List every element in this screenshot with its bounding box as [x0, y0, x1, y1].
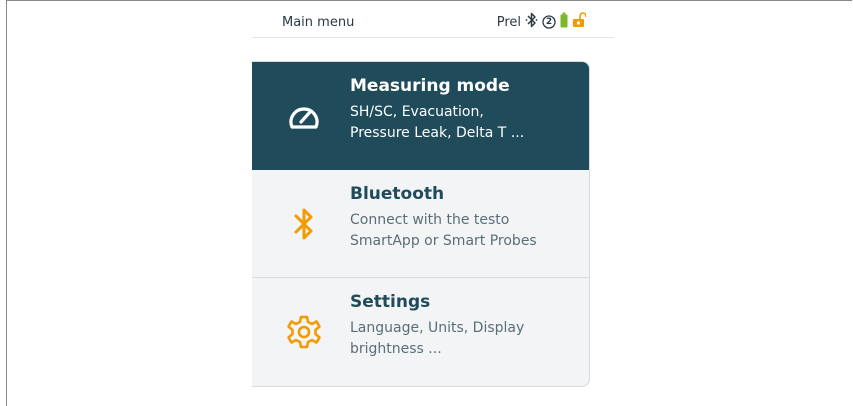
menu-item-text: Measuring mode SH/SC, Evacuation, Pressu…: [350, 76, 581, 144]
status-title: Main menu: [282, 15, 355, 30]
menu-item-bluetooth[interactable]: Bluetooth Connect with the testo SmartAp…: [252, 170, 589, 278]
bluetooth-icon: [525, 12, 538, 32]
status-indicators: Prel 2: [496, 12, 587, 32]
menu-item-description: SH/SC, Evacuation, Pressure Leak, Delta …: [350, 104, 525, 141]
menu-item-measuring-mode[interactable]: Measuring mode SH/SC, Evacuation, Pressu…: [252, 62, 589, 170]
gauge-icon: [284, 62, 324, 170]
lock-icon: [572, 12, 587, 32]
menu-item-title: Measuring mode: [350, 76, 510, 96]
menu-item-description: Language, Units, Display brightness ...: [350, 320, 525, 357]
device-screen: Main menu Prel 2 Measuring mode SH/SC, E…: [252, 2, 614, 406]
main-menu: Measuring mode SH/SC, Evacuation, Pressu…: [252, 61, 590, 387]
menu-item-title: Settings: [350, 292, 431, 312]
menu-item-title: Bluetooth: [350, 184, 445, 204]
probe-count: 2: [545, 17, 553, 27]
probe-count-icon: 2: [542, 15, 556, 29]
battery-icon: [560, 12, 568, 32]
gear-icon: [284, 278, 324, 386]
menu-item-text: Settings Language, Units, Display bright…: [350, 292, 581, 360]
prel-label: Prel: [496, 14, 521, 30]
status-bar: Main menu Prel 2: [252, 8, 614, 38]
menu-item-description: Connect with the testo SmartApp or Smart…: [350, 212, 537, 249]
menu-item-text: Bluetooth Connect with the testo SmartAp…: [350, 184, 581, 252]
menu-item-settings[interactable]: Settings Language, Units, Display bright…: [252, 278, 589, 386]
bluetooth-icon: [284, 170, 324, 277]
